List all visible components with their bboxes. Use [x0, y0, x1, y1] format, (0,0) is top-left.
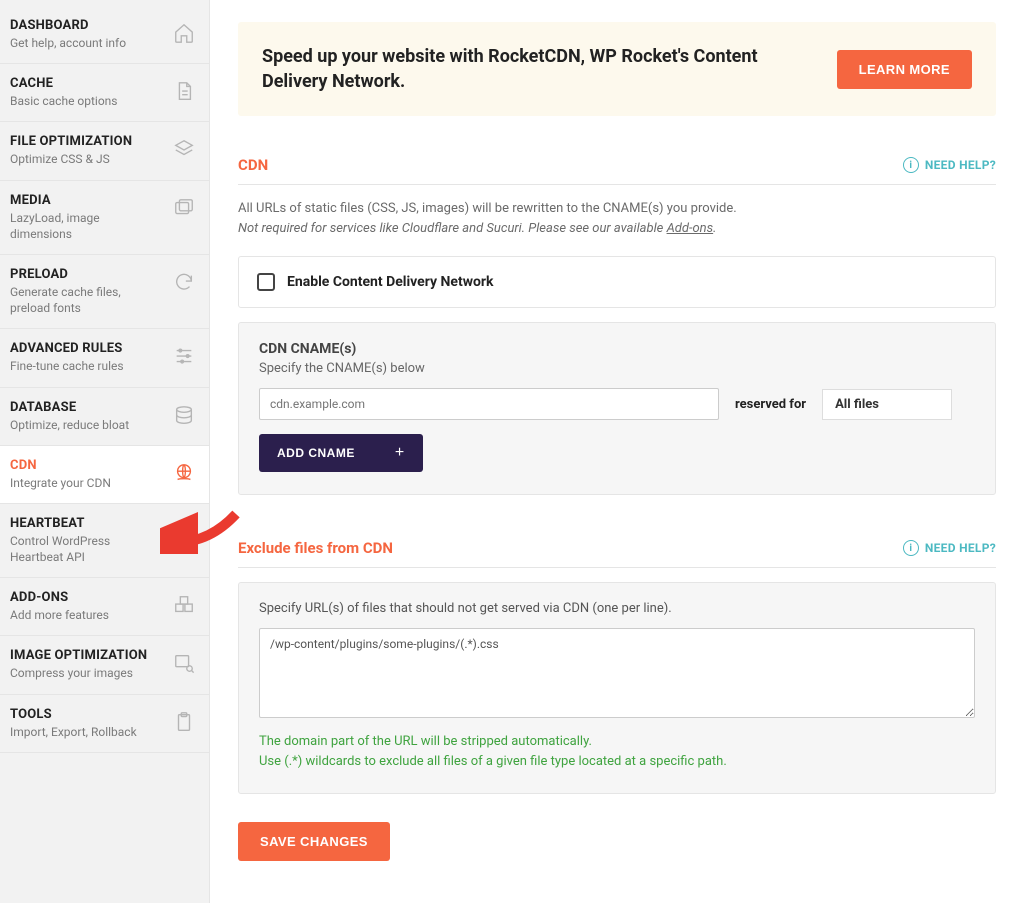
help-icon: i [903, 157, 919, 173]
database-icon [173, 404, 195, 426]
sidebar-item-title: DATABASE [10, 400, 163, 415]
enable-cdn-box: Enable Content Delivery Network [238, 256, 996, 308]
cnames-sub: Specify the CNAME(s) below [259, 361, 975, 376]
sidebar-item-sub: Fine-tune cache rules [10, 358, 163, 374]
cname-input[interactable] [259, 388, 719, 420]
reserved-for-select[interactable]: All files [822, 389, 952, 420]
sidebar-item-cache[interactable]: CACHE Basic cache options [0, 64, 209, 122]
sidebar-item-sub: Get help, account info [10, 35, 163, 51]
sidebar-item-title: MEDIA [10, 193, 163, 208]
learn-more-button[interactable]: LEARN MORE [837, 50, 972, 89]
sidebar-item-media[interactable]: MEDIA LazyLoad, image dimensions [0, 181, 209, 255]
exclude-specify: Specify URL(s) of files that should not … [259, 601, 975, 616]
sidebar-item-title: ADD-ONS [10, 590, 163, 605]
sidebar-item-cdn[interactable]: CDN Integrate your CDN [0, 446, 209, 504]
exclude-panel: Specify URL(s) of files that should not … [238, 582, 996, 794]
globe-icon [173, 462, 195, 484]
cnames-panel: CDN CNAME(s) Specify the CNAME(s) below … [238, 322, 996, 495]
sidebar-item-tools[interactable]: TOOLS Import, Export, Rollback [0, 695, 209, 753]
sliders-icon [173, 345, 195, 367]
promo-banner: Speed up your website with RocketCDN, WP… [238, 22, 996, 116]
sidebar-item-sub: Integrate your CDN [10, 475, 163, 491]
enable-cdn-checkbox[interactable] [257, 273, 275, 291]
sidebar-item-file-optimization[interactable]: FILE OPTIMIZATION Optimize CSS & JS [0, 122, 209, 180]
sidebar-item-sub: LazyLoad, image dimensions [10, 210, 163, 242]
sidebar-item-addons[interactable]: ADD-ONS Add more features [0, 578, 209, 636]
plus-icon: + [395, 444, 405, 462]
need-help-label: NEED HELP? [925, 541, 996, 555]
reserved-for-label: reserved for [735, 397, 806, 412]
enable-cdn-label: Enable Content Delivery Network [287, 274, 493, 290]
image-magnify-icon [173, 652, 195, 674]
sidebar-item-title: PRELOAD [10, 267, 163, 282]
exclude-hint: The domain part of the URL will be strip… [259, 732, 975, 771]
sidebar-item-sub: Optimize, reduce bloat [10, 417, 163, 433]
add-cname-button[interactable]: ADD CNAME + [259, 434, 423, 472]
exclude-section-title: Exclude files from CDN [238, 539, 393, 557]
heartbeat-icon [173, 520, 195, 542]
cdn-desc: All URLs of static files (CSS, JS, image… [238, 199, 996, 238]
sidebar-item-sub: Basic cache options [10, 93, 163, 109]
cnames-label: CDN CNAME(s) [259, 341, 975, 357]
sidebar-item-title: CDN [10, 458, 163, 473]
sidebar-item-title: FILE OPTIMIZATION [10, 134, 163, 149]
sidebar-item-preload[interactable]: PRELOAD Generate cache files, preload fo… [0, 255, 209, 329]
sidebar: DASHBOARD Get help, account info CACHE B… [0, 0, 210, 903]
sidebar-item-sub: Add more features [10, 607, 163, 623]
sidebar-item-heartbeat[interactable]: HEARTBEAT Control WordPress Heartbeat AP… [0, 504, 209, 578]
save-changes-button[interactable]: SAVE CHANGES [238, 822, 390, 861]
sidebar-item-title: DASHBOARD [10, 18, 163, 33]
sidebar-item-image-optimization[interactable]: IMAGE OPTIMIZATION Compress your images [0, 636, 209, 694]
clipboard-icon [173, 711, 195, 733]
refresh-icon [173, 271, 195, 293]
exclude-textarea[interactable] [259, 628, 975, 718]
home-icon [173, 22, 195, 44]
add-cname-label: ADD CNAME [277, 446, 355, 460]
cdn-section-header: CDN i NEED HELP? [238, 156, 996, 185]
layers-icon [173, 138, 195, 160]
sidebar-item-title: TOOLS [10, 707, 163, 722]
need-help-label: NEED HELP? [925, 158, 996, 172]
addons-link[interactable]: Add-ons [667, 221, 714, 236]
boxes-icon [173, 594, 195, 616]
sidebar-item-title: IMAGE OPTIMIZATION [10, 648, 163, 663]
images-icon [173, 197, 195, 219]
sidebar-item-dashboard[interactable]: DASHBOARD Get help, account info [0, 6, 209, 64]
help-icon: i [903, 540, 919, 556]
need-help-link-exclude[interactable]: i NEED HELP? [903, 540, 996, 556]
cdn-desc-line1: All URLs of static files (CSS, JS, image… [238, 199, 996, 219]
sidebar-item-sub: Control WordPress Heartbeat API [10, 533, 163, 565]
cdn-section-title: CDN [238, 156, 268, 174]
sidebar-item-database[interactable]: DATABASE Optimize, reduce bloat [0, 388, 209, 446]
sidebar-item-sub: Optimize CSS & JS [10, 151, 163, 167]
sidebar-item-advanced-rules[interactable]: ADVANCED RULES Fine-tune cache rules [0, 329, 209, 387]
cdn-desc-line2-post: . [713, 221, 716, 236]
promo-text: Speed up your website with RocketCDN, WP… [262, 44, 822, 94]
exclude-hint-line1: The domain part of the URL will be strip… [259, 732, 975, 752]
exclude-hint-line2: Use (.*) wildcards to exclude all files … [259, 752, 975, 772]
need-help-link[interactable]: i NEED HELP? [903, 157, 996, 173]
sidebar-item-title: CACHE [10, 76, 163, 91]
sidebar-item-sub: Generate cache files, preload fonts [10, 284, 163, 316]
document-icon [173, 80, 195, 102]
exclude-section-header: Exclude files from CDN i NEED HELP? [238, 539, 996, 568]
sidebar-item-sub: Import, Export, Rollback [10, 724, 163, 740]
sidebar-item-title: ADVANCED RULES [10, 341, 163, 356]
sidebar-item-title: HEARTBEAT [10, 516, 163, 531]
sidebar-item-sub: Compress your images [10, 665, 163, 681]
cdn-desc-line2-pre: Not required for services like Cloudflar… [238, 221, 667, 236]
main-content: Speed up your website with RocketCDN, WP… [210, 0, 1024, 903]
